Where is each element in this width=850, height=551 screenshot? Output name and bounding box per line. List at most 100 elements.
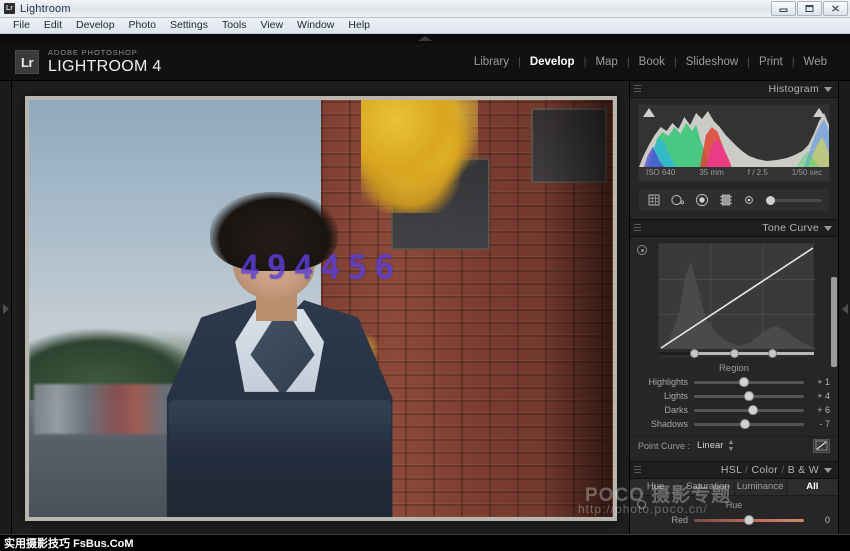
histogram-panel-title: Histogram [768,83,819,95]
tool-strip-slider[interactable] [768,199,822,202]
point-curve-value[interactable]: Linear [697,440,723,451]
photo-preview[interactable]: 494456 [29,100,613,517]
menubar: File Edit Develop Photo Settings Tools V… [0,18,850,34]
graduated-filter-icon[interactable] [718,193,733,208]
tab-luminance[interactable]: Luminance [735,479,787,495]
menu-develop[interactable]: Develop [69,18,122,33]
menu-photo[interactable]: Photo [122,18,163,33]
target-adjustment-icon[interactable] [637,245,647,255]
window-titlebar: Lr Lightroom [0,0,850,18]
highlight-clipping-indicator[interactable] [813,108,825,117]
image-canvas[interactable]: 494456 [12,81,629,536]
hsl-title-color[interactable]: Color [751,464,778,476]
chevron-down-icon[interactable] [824,468,832,473]
hsl-title-bw[interactable]: B & W [788,464,819,476]
app-icon: Lr [4,3,15,14]
module-book[interactable]: Book [630,56,674,68]
slider-label-red: Red [638,515,694,525]
adjustment-brush-icon[interactable] [742,193,757,208]
tab-hue[interactable]: Hue [630,479,682,495]
filmstrip-collapse-bar[interactable] [0,34,850,44]
module-develop[interactable]: Develop [521,56,584,68]
tone-curve-graph[interactable] [658,243,814,349]
right-panel-scrollbar[interactable] [831,277,837,367]
menu-window[interactable]: Window [290,18,341,33]
slider-value-red: 0 [804,515,830,525]
status-bar: 实用摄影技巧 FsBus.CoM [0,534,850,551]
module-library[interactable]: Library [465,56,518,68]
exif-iso: ISO 640 [646,168,675,177]
tone-curve-panel-header[interactable]: Tone Curve [630,220,838,237]
lightroom-window: Lr Lightroom File Edit Develop Photo Set… [0,0,850,551]
hsl-panel-title: HSL / Color / B & W [721,464,819,476]
slider-track-lights[interactable] [694,395,804,398]
close-button[interactable] [823,1,848,16]
slider-row-shadows: Shadows - 7 [630,418,838,430]
tone-curve-body [630,237,838,358]
lightroom-logo: Lr [15,50,39,74]
chevron-down-icon[interactable] [824,226,832,231]
module-web[interactable]: Web [795,56,836,68]
slider-track-darks[interactable] [694,409,804,412]
hsl-panel-header[interactable]: HSL / Color / B & W [630,462,838,479]
menu-settings[interactable]: Settings [163,18,215,33]
hsl-title-hsl[interactable]: HSL [721,464,742,476]
spot-removal-icon[interactable] [670,193,685,208]
panel-grip-icon [634,224,641,232]
lightroom-app: Lr ADOBE PHOTOSHOP LIGHTROOM 4 Library |… [0,34,850,551]
histogram-panel-header[interactable]: Histogram [630,81,838,98]
slider-label-lights: Lights [638,391,694,401]
tab-all[interactable]: All [787,479,838,495]
slider-value-lights: + 4 [804,391,830,401]
slider-handle-darks[interactable] [748,405,758,415]
red-eye-correction-icon[interactable] [694,193,709,208]
module-print[interactable]: Print [750,56,792,68]
left-panel-toggle[interactable] [0,81,12,536]
brand-sub-label: ADOBE PHOTOSHOP [48,49,162,57]
slider-handle-highlights[interactable] [739,377,749,387]
hsl-title-sep: / [745,464,748,476]
menu-view[interactable]: View [253,18,290,33]
minimize-button[interactable] [771,1,796,16]
window-controls [771,1,848,16]
chevron-down-icon[interactable] [824,87,832,92]
split-handle-midtones[interactable] [730,349,739,358]
chevron-left-icon [842,304,848,314]
slider-track-highlights[interactable] [694,381,804,384]
exif-shutter: 1/50 sec [792,168,822,177]
menu-edit[interactable]: Edit [37,18,69,33]
menu-file[interactable]: File [6,18,37,33]
target-adjustment-icon[interactable] [637,500,646,509]
module-map[interactable]: Map [586,56,626,68]
module-slideshow[interactable]: Slideshow [677,56,747,68]
status-text-en: FsBus.CoM [73,538,134,550]
shadow-clipping-indicator[interactable] [643,108,655,117]
menu-help[interactable]: Help [341,18,377,33]
exif-readout: ISO 640 35 mm f / 2.5 1/50 sec [639,166,829,179]
maximize-button[interactable] [797,1,822,16]
split-handle-shadows[interactable] [690,349,699,358]
tab-saturation[interactable]: Saturation [682,479,734,495]
slider-handle-lights[interactable] [744,391,754,401]
identity-plate-bar: Lr ADOBE PHOTOSHOP LIGHTROOM 4 Library |… [0,44,850,80]
split-handle-highlights[interactable] [768,349,777,358]
tool-strip-slider-handle[interactable] [766,196,775,205]
slider-label-darks: Darks [638,405,694,415]
photo-region-wall-shadow [542,100,612,517]
histogram-graph[interactable]: ISO 640 35 mm f / 2.5 1/50 sec [638,104,830,182]
slider-track-shadows[interactable] [694,423,804,426]
edit-point-curve-icon[interactable] [813,439,830,453]
point-curve-row: Point Curve : Linear ▲▼ [630,436,838,454]
hsl-sub-label: Hue [726,500,743,510]
slider-handle-red[interactable] [744,515,754,525]
histogram-svg [639,105,829,167]
right-panel-toggle[interactable] [838,81,850,536]
slider-handle-shadows[interactable] [740,419,750,429]
point-curve-dropdown-icon[interactable]: ▲▼ [727,439,734,453]
slider-label-shadows: Shadows [638,419,694,429]
image-overlay-number: 494456 [240,247,401,286]
slider-track-red[interactable] [694,519,804,522]
crop-overlay-icon[interactable] [646,193,661,208]
panel-grip-icon [634,85,641,93]
menu-tools[interactable]: Tools [215,18,254,33]
